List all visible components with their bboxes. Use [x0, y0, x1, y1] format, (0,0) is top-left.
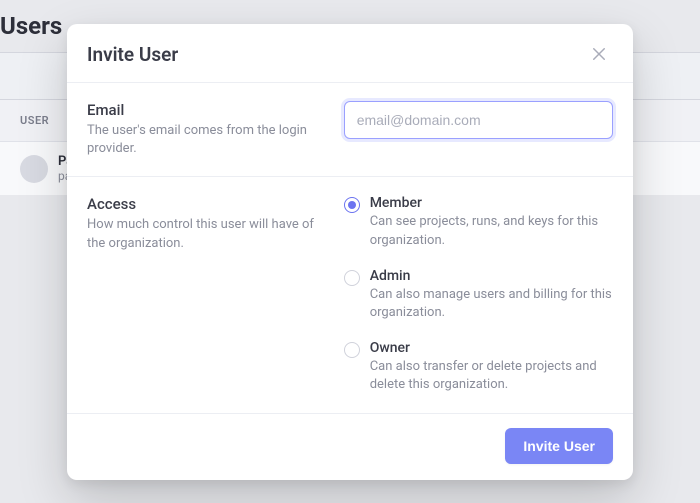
radio-title-admin: Admin [370, 268, 613, 284]
access-radio-group: Member Can see projects, runs, and keys … [344, 195, 613, 394]
access-row: Access How much control this user will h… [67, 177, 633, 413]
access-control-col: Member Can see projects, runs, and keys … [344, 195, 613, 394]
invite-user-button[interactable]: Invite User [505, 428, 613, 464]
radio-desc-owner: Can also transfer or delete projects and… [370, 358, 613, 394]
close-button[interactable] [585, 40, 613, 68]
radio-text: Admin Can also manage users and billing … [370, 268, 613, 322]
email-label-col: Email The user's email comes from the lo… [87, 101, 324, 158]
radio-option-owner[interactable]: Owner Can also transfer or delete projec… [344, 340, 613, 394]
radio-circle-icon [344, 342, 360, 358]
radio-text: Owner Can also transfer or delete projec… [370, 340, 613, 394]
radio-option-admin[interactable]: Admin Can also manage users and billing … [344, 268, 613, 322]
radio-title-owner: Owner [370, 340, 613, 356]
email-control-col [344, 101, 613, 158]
radio-text: Member Can see projects, runs, and keys … [370, 195, 613, 249]
access-label-col: Access How much control this user will h… [87, 195, 324, 394]
radio-circle-icon [344, 197, 360, 213]
radio-desc-member: Can see projects, runs, and keys for thi… [370, 213, 613, 249]
radio-title-member: Member [370, 195, 613, 211]
email-label-desc: The user's email comes from the login pr… [87, 122, 324, 158]
modal-header: Invite User [67, 24, 633, 83]
modal-footer: Invite User [67, 414, 633, 480]
access-label-desc: How much control this user will have of … [87, 216, 324, 252]
radio-dot-icon [348, 201, 356, 209]
access-label-title: Access [87, 195, 324, 213]
close-icon [590, 45, 608, 63]
modal-title: Invite User [87, 43, 178, 66]
email-label-title: Email [87, 101, 324, 119]
email-row: Email The user's email comes from the lo… [67, 83, 633, 177]
modal-body: Email The user's email comes from the lo… [67, 83, 633, 414]
email-field[interactable] [344, 101, 613, 139]
radio-desc-admin: Can also manage users and billing for th… [370, 286, 613, 322]
modal-overlay: Invite User Email The user's email comes… [0, 0, 700, 503]
radio-circle-icon [344, 270, 360, 286]
invite-user-modal: Invite User Email The user's email comes… [67, 24, 633, 480]
radio-option-member[interactable]: Member Can see projects, runs, and keys … [344, 195, 613, 249]
